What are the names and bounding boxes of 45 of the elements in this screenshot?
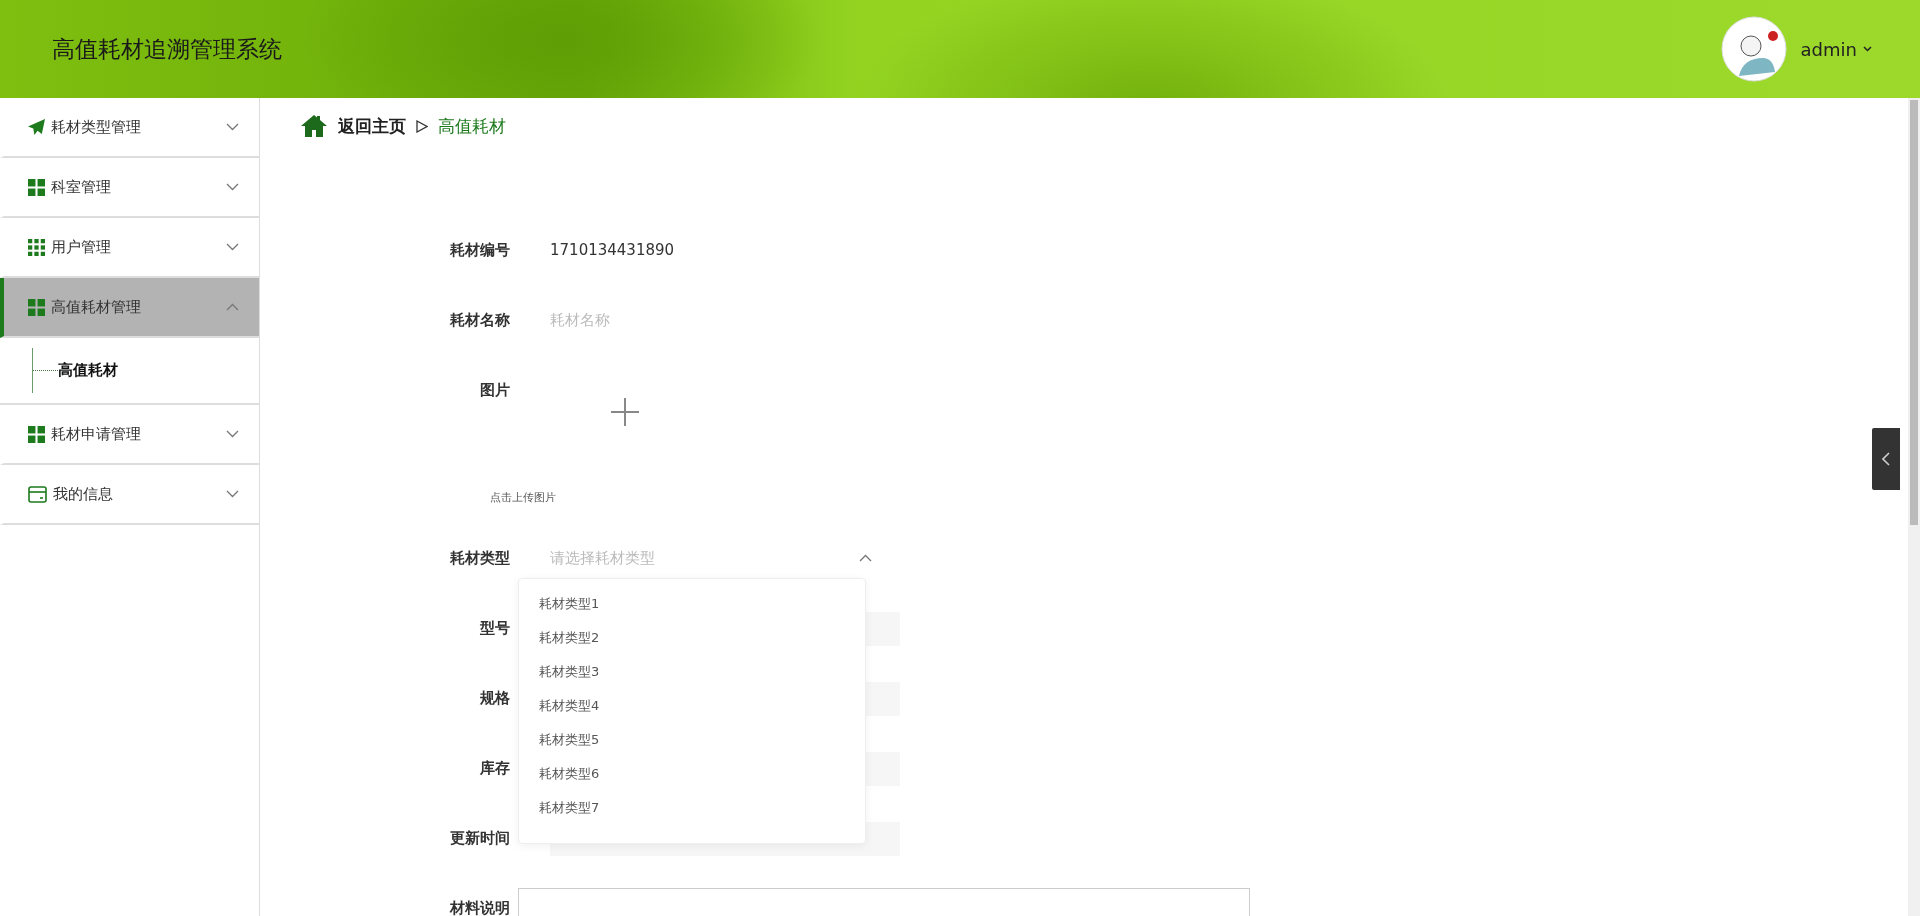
chevron-left-icon bbox=[1882, 452, 1890, 466]
dropdown-option[interactable]: 耗材类型4 bbox=[519, 689, 865, 723]
submenu-item[interactable]: 高值耗材 bbox=[58, 361, 118, 380]
user-menu[interactable]: admin bbox=[1800, 38, 1872, 60]
field-value: 1710134431890 bbox=[550, 241, 675, 259]
field-label: 耗材类型 bbox=[449, 548, 510, 569]
avatar[interactable] bbox=[1720, 16, 1787, 82]
grid-icon bbox=[28, 298, 45, 316]
chevron-up-icon bbox=[859, 554, 872, 562]
dropdown-option[interactable]: 耗材类型3 bbox=[519, 655, 865, 689]
field-label: 更新时间 bbox=[449, 828, 510, 849]
paper-plane-icon bbox=[28, 118, 45, 136]
upload-hint: 点击上传图片 bbox=[490, 490, 556, 505]
grid-icon bbox=[28, 425, 45, 443]
field-label: 规格 bbox=[479, 688, 510, 709]
triangle-icon bbox=[416, 119, 428, 133]
field-label: 图片 bbox=[479, 380, 510, 401]
app-title: 高值耗材追溯管理系统 bbox=[52, 34, 282, 64]
dropdown-option[interactable]: 耗材类型6 bbox=[519, 757, 865, 791]
scrollbar[interactable] bbox=[1908, 98, 1920, 916]
dropdown-option[interactable]: 耗材类型7 bbox=[519, 791, 865, 825]
card-icon bbox=[28, 485, 47, 503]
chevron-up-icon bbox=[226, 303, 239, 311]
chevron-down-icon bbox=[226, 430, 239, 438]
home-icon bbox=[300, 114, 328, 138]
plus-icon[interactable] bbox=[611, 398, 639, 426]
field-label: 材料说明 bbox=[448, 898, 510, 916]
sidebar-item[interactable]: 高值耗材管理 bbox=[0, 278, 259, 338]
dropdown-option[interactable]: 耗材类型5 bbox=[519, 723, 865, 757]
grid-icon bbox=[28, 238, 45, 256]
field-label: 库存 bbox=[479, 758, 510, 779]
breadcrumb-current: 高值耗材 bbox=[438, 114, 506, 138]
chevron-down-icon bbox=[226, 243, 239, 251]
chevron-down-icon bbox=[226, 183, 239, 191]
collapse-button[interactable] bbox=[1872, 428, 1900, 490]
grid-icon bbox=[28, 178, 45, 196]
dropdown-option[interactable]: 耗材类型1 bbox=[519, 587, 865, 621]
chevron-down-icon bbox=[226, 490, 239, 498]
field-label: 耗材编号 bbox=[449, 240, 510, 261]
caret-icon bbox=[1863, 46, 1872, 52]
home-link[interactable]: 返回主页 bbox=[338, 114, 406, 138]
dropdown-option[interactable]: 耗材类型2 bbox=[519, 621, 865, 655]
field-label: 耗材名称 bbox=[449, 310, 510, 331]
chevron-down-icon bbox=[226, 123, 239, 131]
field-label: 型号 bbox=[479, 618, 510, 639]
